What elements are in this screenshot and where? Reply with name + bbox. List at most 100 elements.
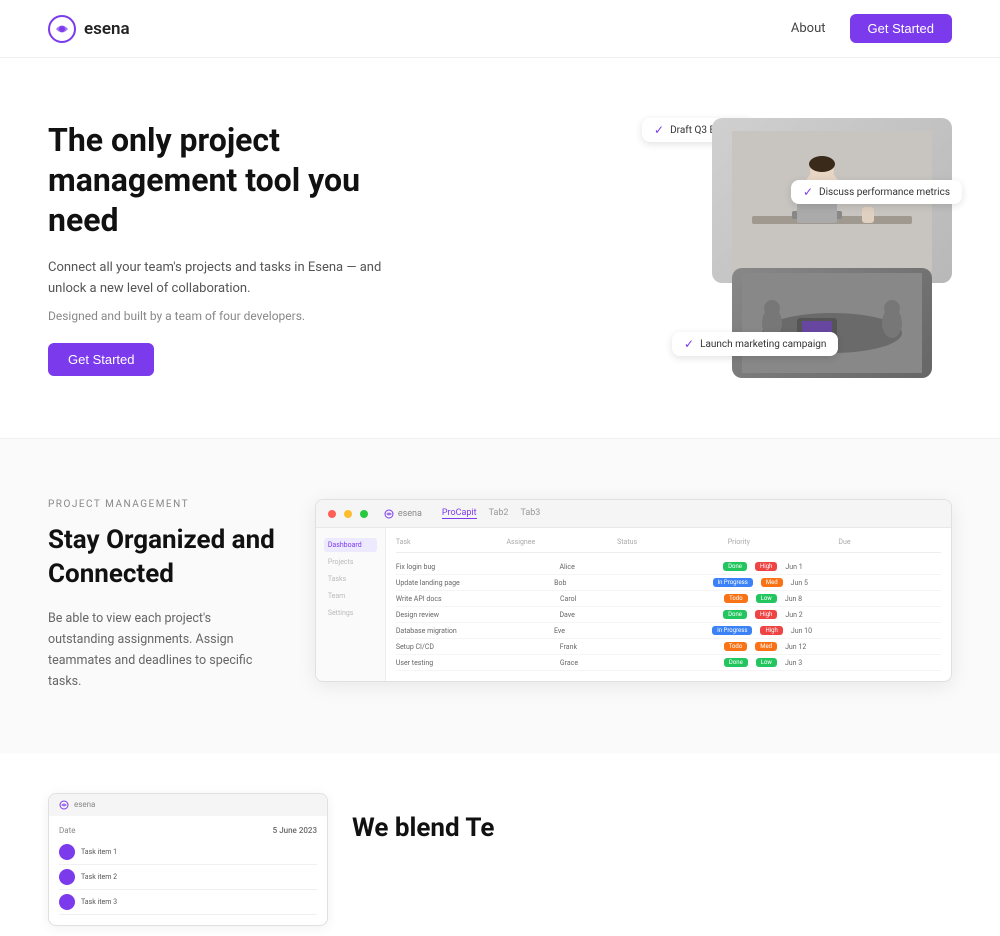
table-row: Database migration Eve In Progress High …	[396, 623, 941, 639]
about-link[interactable]: About	[791, 21, 826, 36]
bottom-card-item-text-3: Task item 3	[81, 898, 117, 906]
cell-assignee: Grace	[560, 659, 716, 667]
cell-priority: Low	[756, 594, 777, 603]
pm-title: Stay Organized and Connected	[48, 524, 275, 592]
check-icon-top: ✓	[654, 123, 664, 137]
bottom-card-item-3: Task item 3	[59, 890, 317, 915]
cell-assignee: Eve	[554, 627, 704, 635]
hero-get-started-button[interactable]: Get Started	[48, 343, 154, 376]
cell-priority: High	[755, 610, 777, 619]
bottom-card-item-icon-2	[59, 869, 75, 885]
col-assignee: Assignee	[506, 538, 609, 546]
window-close-dot	[328, 510, 336, 518]
mockup-logo-icon	[384, 509, 394, 519]
bottom-card-item-text-1: Task item 1	[81, 848, 117, 856]
hero-images: ✓ Draft Q3 Budget	[672, 118, 952, 378]
bottom-card-item-icon-1	[59, 844, 75, 860]
bottom-card-date-label: Date	[59, 826, 75, 835]
hero-bottom-image	[732, 268, 932, 378]
bottom-card-logo-icon	[59, 800, 69, 810]
cell-priority: High	[755, 562, 777, 571]
task-badge-bot: ✓ Launch marketing campaign	[672, 332, 838, 356]
cell-status: In Progress	[713, 578, 753, 587]
cell-assignee: Alice	[559, 563, 715, 571]
bottom-preview-section: esena Date 5 June 2023 Task item 1 Task …	[0, 753, 1000, 936]
mockup-tab-2[interactable]: Tab2	[489, 508, 509, 519]
mockup-sidebar: Dashboard Projects Tasks Team Settings	[316, 528, 386, 681]
we-blend-title-area: We blend Te	[352, 793, 494, 843]
sidebar-item-settings[interactable]: Settings	[324, 606, 377, 620]
table-row: User testing Grace Done Low Jun 3	[396, 655, 941, 671]
cell-due: Jun 2	[785, 611, 941, 619]
col-priority: Priority	[728, 538, 831, 546]
task-badge-mid: ✓ Discuss performance metrics	[791, 180, 962, 204]
cell-assignee: Bob	[554, 579, 704, 587]
col-due: Due	[838, 538, 941, 546]
mockup-logo-text: esena	[398, 509, 422, 519]
col-task: Task	[396, 538, 499, 546]
cell-status: Todo	[724, 642, 748, 651]
hero-title: The only project management tool you nee…	[48, 120, 388, 240]
nav-get-started-button[interactable]: Get Started	[850, 14, 952, 43]
cell-priority: Med	[755, 642, 777, 651]
pm-label: PROJECT MANAGEMENT	[48, 499, 275, 510]
bottom-card-logo-text: esena	[74, 800, 95, 809]
window-maximize-dot	[360, 510, 368, 518]
cell-due: Jun 3	[785, 659, 941, 667]
sidebar-item-team[interactable]: Team	[324, 589, 377, 603]
cell-task: Write API docs	[396, 595, 552, 603]
cell-status: Done	[723, 562, 747, 571]
hero-text: The only project management tool you nee…	[48, 120, 388, 377]
bottom-card-item-icon-3	[59, 894, 75, 910]
logo: esena	[48, 15, 130, 43]
we-blend-title: We blend Te	[352, 793, 494, 843]
bottom-card-date-value: 5 June 2023	[273, 826, 317, 835]
hero-description: Connect all your team's projects and tas…	[48, 258, 388, 300]
hero-bottom-placeholder	[732, 268, 932, 378]
cell-assignee: Dave	[559, 611, 715, 619]
bottom-card: esena Date 5 June 2023 Task item 1 Task …	[48, 793, 328, 926]
cell-status: Todo	[724, 594, 748, 603]
cell-assignee: Carol	[560, 595, 716, 603]
table-row: Update landing page Bob In Progress Med …	[396, 575, 941, 591]
window-minimize-dot	[344, 510, 352, 518]
sidebar-item-projects[interactable]: Projects	[324, 555, 377, 569]
pm-description: Be able to view each project's outstandi…	[48, 608, 268, 693]
sidebar-item-tasks[interactable]: Tasks	[324, 572, 377, 586]
cell-priority: Med	[761, 578, 783, 587]
cell-due: Jun 10	[791, 627, 941, 635]
mockup-body: Dashboard Projects Tasks Team Settings T…	[316, 528, 951, 681]
cell-due: Jun 8	[785, 595, 941, 603]
bottom-card-header: esena	[49, 794, 327, 816]
cell-task: User testing	[396, 659, 552, 667]
table-row: Write API docs Carol Todo Low Jun 8	[396, 591, 941, 607]
logo-icon	[48, 15, 76, 43]
table-row: Fix login bug Alice Done High Jun 1	[396, 559, 941, 575]
mockup-logo: esena	[384, 509, 422, 519]
cell-status: Done	[723, 610, 747, 619]
check-icon-mid: ✓	[803, 185, 813, 199]
bottom-card-body: Date 5 June 2023 Task item 1 Task item 2…	[49, 816, 327, 925]
cell-task: Design review	[396, 611, 552, 619]
mockup-table-header: Task Assignee Status Priority Due	[396, 538, 941, 553]
table-row: Setup CI/CD Frank Todo Med Jun 12	[396, 639, 941, 655]
navbar: esena About Get Started	[0, 0, 1000, 58]
mockup-tab-1[interactable]: ProCapit	[442, 508, 477, 519]
table-row: Design review Dave Done High Jun 2	[396, 607, 941, 623]
cell-assignee: Frank	[560, 643, 716, 651]
bottom-card-item-text-2: Task item 2	[81, 873, 117, 881]
check-icon-bot: ✓	[684, 337, 694, 351]
mockup-tab-3[interactable]: Tab3	[520, 508, 540, 519]
bottom-card-item-2: Task item 2	[59, 865, 317, 890]
hero-sub-text: Designed and built by a team of four dev…	[48, 309, 388, 323]
nav-right: About Get Started	[791, 14, 952, 43]
cell-status: In Progress	[712, 626, 752, 635]
logo-text: esena	[84, 19, 130, 39]
mockup-content: Task Assignee Status Priority Due Fix lo…	[386, 528, 951, 681]
cell-task: Setup CI/CD	[396, 643, 552, 651]
cell-due: Jun 12	[785, 643, 941, 651]
cell-status: Done	[724, 658, 748, 667]
app-mockup: esena ProCapit Tab2 Tab3 Dashboard Proje…	[315, 499, 952, 682]
cell-due: Jun 1	[785, 563, 941, 571]
sidebar-item-dashboard[interactable]: Dashboard	[324, 538, 377, 552]
